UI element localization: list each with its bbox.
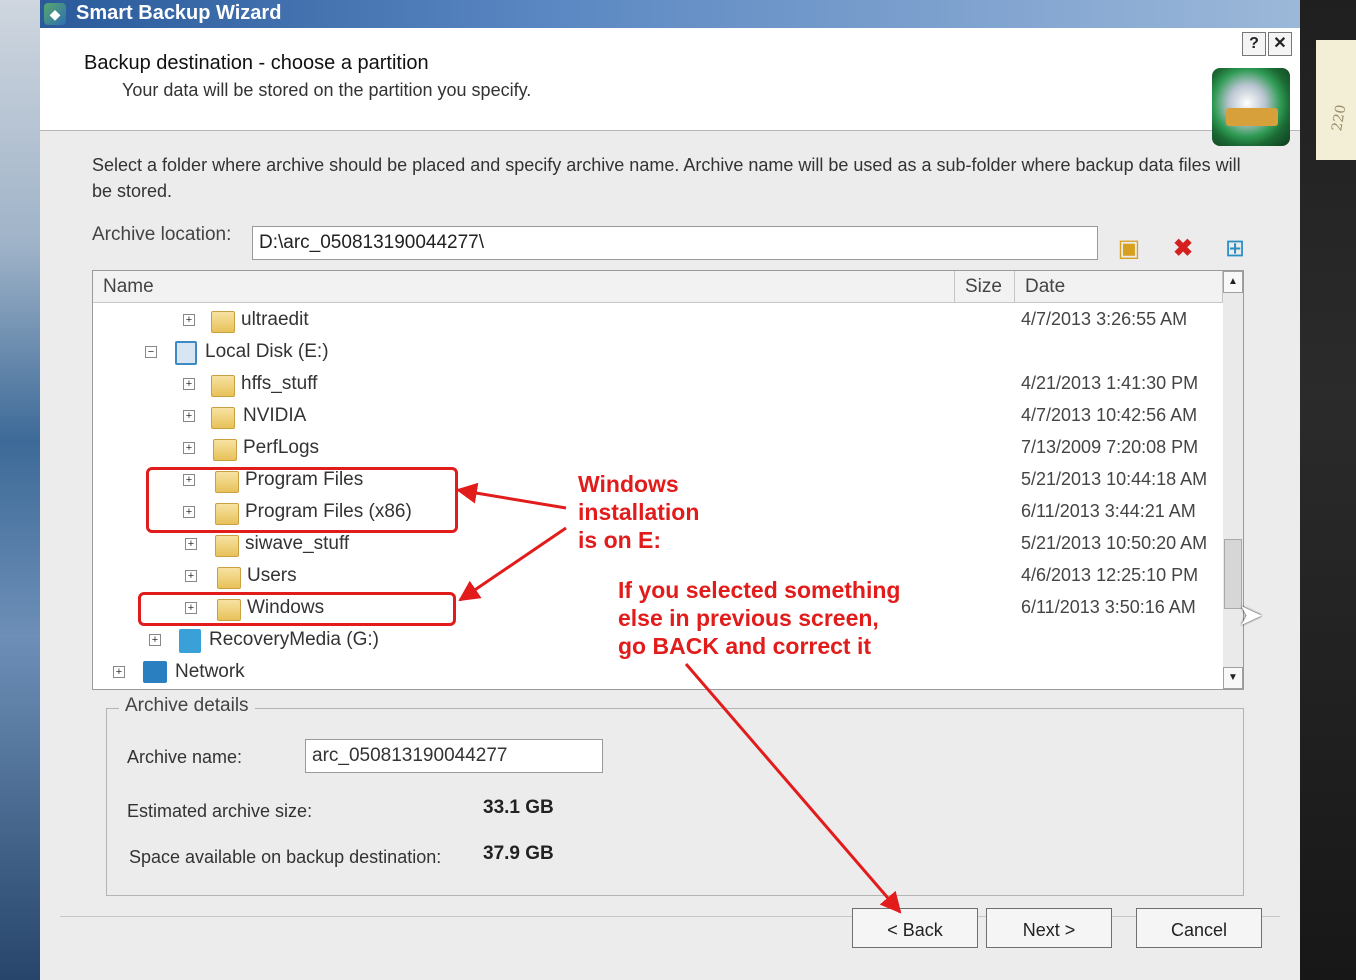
tree-row-date: 5/21/2013 10:44:18 AM	[1021, 469, 1208, 489]
tree-row-hffs-stuff[interactable]: + hffs_stuff 4/21/2013 1:41:30 PM	[93, 371, 1223, 401]
disk-icon	[175, 341, 197, 365]
expand-icon[interactable]: +	[183, 314, 195, 326]
help-button[interactable]: ?	[1242, 32, 1266, 56]
tree-row-date: 4/7/2013 3:26:55 AM	[1021, 309, 1188, 329]
instructions-text: Select a folder where archive should be …	[92, 155, 1241, 201]
window-title: Smart Backup Wizard	[76, 2, 282, 24]
folder-icon	[211, 375, 235, 397]
tree-row-name: Network	[175, 661, 245, 682]
tree-row-name: Program Files (x86)	[245, 501, 412, 522]
expand-icon[interactable]: +	[183, 442, 195, 454]
tree-row-name: siwave_stuff	[245, 533, 350, 554]
folder-icon	[211, 311, 235, 333]
folder-icon	[213, 439, 237, 461]
tree-row-name: Windows	[247, 597, 325, 618]
annotation-windows-on-e: Windows installation is on E:	[578, 471, 700, 553]
next-button[interactable]: Next >	[986, 908, 1112, 948]
archive-location-input[interactable]	[252, 226, 1098, 260]
tree-row-name: PerfLogs	[243, 437, 320, 458]
scroll-down-icon[interactable]: ▼	[1223, 667, 1243, 689]
folder-icon	[215, 503, 239, 525]
tree-row-name: NVIDIA	[243, 405, 307, 426]
archive-name-input[interactable]	[305, 739, 603, 773]
expand-icon[interactable]: +	[183, 410, 195, 422]
folder-icon	[215, 535, 239, 557]
removable-drive-icon	[179, 629, 201, 653]
expand-icon[interactable]: +	[185, 538, 197, 550]
window-titlebar[interactable]: ◆ Smart Backup Wizard	[40, 0, 1300, 28]
cancel-button[interactable]: Cancel	[1136, 908, 1262, 948]
column-header-size[interactable]: Size	[955, 271, 1015, 303]
tree-row-date: 4/21/2013 1:41:30 PM	[1021, 373, 1199, 393]
tree-row-date: 6/11/2013 3:50:16 AM	[1021, 597, 1196, 617]
estimated-size-value: 33.1 GB	[483, 797, 554, 818]
sticky-note-text: 220	[1329, 103, 1350, 133]
archive-name-label: Archive name:	[127, 747, 243, 767]
space-available-value: 37.9 GB	[483, 843, 554, 864]
app-icon: ◆	[44, 3, 66, 25]
tree-row-name: Program Files	[245, 469, 364, 490]
tree-row-local-disk-e[interactable]: − Local Disk (E:)	[93, 339, 1223, 369]
folder-icon	[215, 471, 239, 493]
archive-details-group: Archive details Archive name: Estimated …	[106, 695, 1244, 896]
page-subtitle: Your data will be stored on the partitio…	[122, 80, 532, 100]
column-header-name[interactable]: Name	[93, 271, 955, 303]
tree-row-name: ultraedit	[241, 309, 309, 330]
tree-row-name: RecoveryMedia (G:)	[209, 629, 379, 650]
tree-row-date: 5/21/2013 10:50:20 AM	[1021, 533, 1208, 553]
backup-logo-icon	[1212, 68, 1290, 146]
close-button[interactable]: ✕	[1268, 32, 1292, 56]
desktop-background-left	[0, 0, 42, 980]
collapse-icon[interactable]: −	[145, 346, 157, 358]
tree-row-date: 7/13/2009 7:20:08 PM	[1021, 437, 1199, 457]
network-icon	[143, 661, 167, 683]
expand-icon[interactable]: +	[185, 570, 197, 582]
estimated-size-label: Estimated archive size:	[127, 801, 313, 821]
space-available-label: Space available on backup destination:	[129, 847, 442, 867]
tree-row-nvidia[interactable]: + NVIDIA 4/7/2013 10:42:56 AM	[93, 403, 1223, 433]
back-button[interactable]: < Back	[852, 908, 978, 948]
tree-row-name: hffs_stuff	[241, 373, 318, 394]
folder-icon	[211, 407, 235, 429]
expand-icon[interactable]: +	[183, 506, 195, 518]
archive-details-legend: Archive details	[119, 695, 255, 717]
annotation-go-back: If you selected something else in previo…	[618, 577, 901, 659]
tree-row-name: Users	[247, 565, 297, 586]
tree-row-network[interactable]: + Network	[93, 659, 1223, 689]
expand-icon[interactable]: +	[183, 474, 195, 486]
network-drive-icon[interactable]: ⊞	[1220, 234, 1250, 264]
tree-row-date: 6/11/2013 3:44:21 AM	[1021, 501, 1196, 521]
tree-row-ultraedit[interactable]: + ultraedit 4/7/2013 3:26:55 AM	[93, 307, 1223, 337]
expand-icon[interactable]: +	[185, 602, 197, 614]
expand-icon[interactable]: +	[113, 666, 125, 678]
new-folder-icon[interactable]: ▣	[1114, 234, 1144, 264]
sticky-note: 220	[1316, 40, 1356, 160]
delete-icon[interactable]: ✖	[1168, 234, 1198, 264]
archive-location-label: Archive location:	[92, 224, 232, 245]
tree-row-perflogs[interactable]: + PerfLogs 7/13/2009 7:20:08 PM	[93, 435, 1223, 465]
monitor-bezel-right: 220	[1300, 0, 1356, 980]
wizard-header: Backup destination - choose a partition …	[40, 28, 1300, 146]
mouse-cursor-icon: ➤	[1238, 599, 1264, 632]
tree-row-date: 4/7/2013 10:42:56 AM	[1021, 405, 1198, 425]
expand-icon[interactable]: +	[183, 378, 195, 390]
tree-row-name: Local Disk (E:)	[205, 341, 329, 362]
scroll-up-icon[interactable]: ▲	[1223, 271, 1243, 293]
expand-icon[interactable]: +	[149, 634, 161, 646]
tree-row-date: 4/6/2013 12:25:10 PM	[1021, 565, 1199, 585]
folder-icon	[217, 567, 241, 589]
column-header-date[interactable]: Date	[1015, 271, 1223, 303]
page-title: Backup destination - choose a partition	[84, 52, 429, 74]
folder-icon	[217, 599, 241, 621]
